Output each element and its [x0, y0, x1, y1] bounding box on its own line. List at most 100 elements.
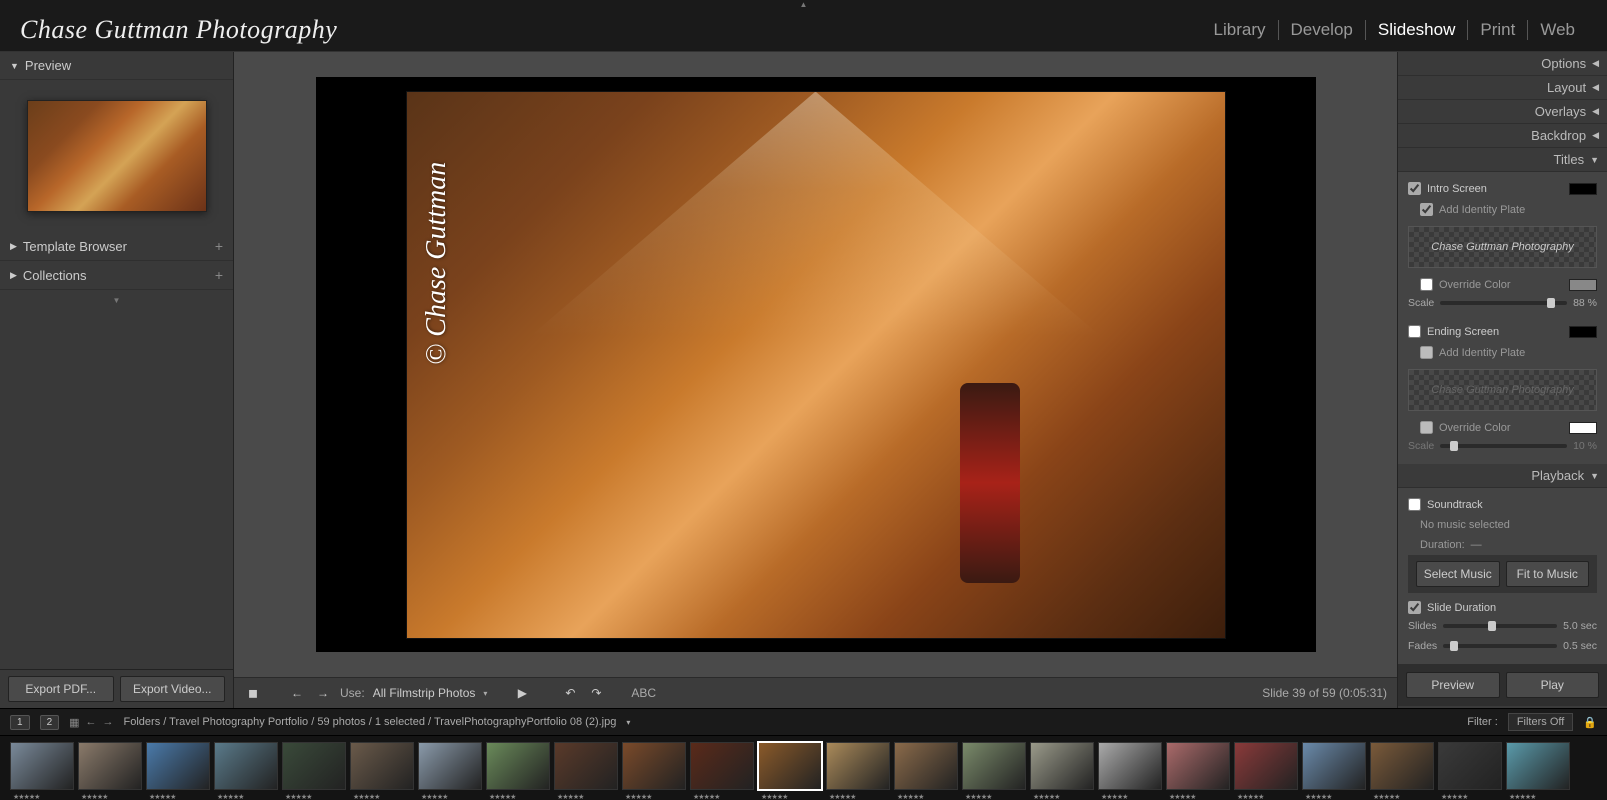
slide-canvas[interactable]: © Chase Guttman: [234, 52, 1397, 677]
options-section-header[interactable]: Options◀: [1398, 52, 1607, 76]
panel-collapse-indicator[interactable]: ▼: [0, 290, 233, 311]
filmstrip-thumb[interactable]: ★★★★★: [10, 742, 74, 790]
filmstrip-thumb[interactable]: ★★★★★: [1506, 742, 1570, 790]
slide-duration-checkbox[interactable]: [1408, 601, 1421, 614]
rotate-ccw-icon[interactable]: ↶: [561, 684, 579, 702]
intro-color-swatch[interactable]: [1569, 183, 1597, 195]
fit-to-music-button[interactable]: Fit to Music: [1506, 561, 1590, 587]
filmstrip-thumb[interactable]: ★★★★★: [554, 742, 618, 790]
rating-stars[interactable]: ★★★★★: [1033, 793, 1059, 800]
back-icon[interactable]: ←: [86, 716, 97, 729]
ending-color-swatch[interactable]: [1569, 326, 1597, 338]
preview-panel-header[interactable]: ▼ Preview: [0, 52, 233, 80]
dropdown-icon[interactable]: ▾: [483, 689, 487, 698]
filmstrip-thumb[interactable]: ★★★★★: [1030, 742, 1094, 790]
rating-stars[interactable]: ★★★★★: [965, 793, 991, 800]
filmstrip-thumb[interactable]: ★★★★★: [146, 742, 210, 790]
filmstrip-thumb[interactable]: ★★★★★: [758, 742, 822, 790]
filmstrip[interactable]: ★★★★★★★★★★★★★★★★★★★★★★★★★★★★★★★★★★★★★★★★…: [0, 736, 1607, 800]
intro-identity-checkbox[interactable]: [1420, 203, 1433, 216]
rating-stars[interactable]: ★★★★★: [421, 793, 447, 800]
prev-icon[interactable]: ←: [288, 684, 306, 702]
slides-slider[interactable]: [1443, 624, 1558, 628]
breadcrumb[interactable]: Folders / Travel Photography Portfolio /…: [124, 716, 617, 728]
rating-stars[interactable]: ★★★★★: [1441, 793, 1467, 800]
filmstrip-thumb[interactable]: ★★★★★: [1166, 742, 1230, 790]
filmstrip-thumb[interactable]: ★★★★★: [1234, 742, 1298, 790]
add-icon[interactable]: +: [215, 238, 223, 254]
module-tab-develop[interactable]: Develop: [1279, 20, 1366, 40]
next-icon[interactable]: →: [314, 684, 332, 702]
breadcrumb-dropdown-icon[interactable]: ▾: [626, 718, 630, 727]
use-dropdown[interactable]: All Filmstrip Photos: [373, 686, 476, 700]
stop-icon[interactable]: ◼: [244, 684, 262, 702]
export-video-button[interactable]: Export Video...: [120, 676, 226, 702]
rating-stars[interactable]: ★★★★★: [1305, 793, 1331, 800]
template-browser-header[interactable]: ▶ Template Browser +: [0, 232, 233, 261]
rating-stars[interactable]: ★★★★★: [557, 793, 583, 800]
fades-slider[interactable]: [1443, 644, 1557, 648]
rating-stars[interactable]: ★★★★★: [1373, 793, 1399, 800]
text-overlay-button[interactable]: ABC: [631, 686, 656, 700]
intro-override-checkbox[interactable]: [1420, 278, 1433, 291]
module-tab-library[interactable]: Library: [1202, 20, 1279, 40]
filmstrip-thumb[interactable]: ★★★★★: [418, 742, 482, 790]
filmstrip-thumb[interactable]: ★★★★★: [78, 742, 142, 790]
rating-stars[interactable]: ★★★★★: [81, 793, 107, 800]
forward-icon[interactable]: →: [103, 716, 114, 729]
rating-stars[interactable]: ★★★★★: [353, 793, 379, 800]
watermark-text[interactable]: © Chase Guttman: [421, 161, 453, 364]
window-1-button[interactable]: 1: [10, 715, 30, 730]
filmstrip-thumb[interactable]: ★★★★★: [486, 742, 550, 790]
play-button[interactable]: Play: [1506, 672, 1600, 698]
rating-stars[interactable]: ★★★★★: [285, 793, 311, 800]
soundtrack-checkbox[interactable]: [1408, 498, 1421, 511]
filter-lock-icon[interactable]: 🔒: [1583, 716, 1597, 729]
module-tab-print[interactable]: Print: [1468, 20, 1528, 40]
intro-scale-slider[interactable]: [1440, 301, 1567, 305]
intro-identity-plate-preview[interactable]: Chase Guttman Photography: [1408, 226, 1597, 268]
filmstrip-thumb[interactable]: ★★★★★: [1370, 742, 1434, 790]
rating-stars[interactable]: ★★★★★: [761, 793, 787, 800]
filmstrip-thumb[interactable]: ★★★★★: [1098, 742, 1162, 790]
intro-screen-checkbox[interactable]: [1408, 182, 1421, 195]
rating-stars[interactable]: ★★★★★: [693, 793, 719, 800]
collections-header[interactable]: ▶ Collections +: [0, 261, 233, 290]
add-icon[interactable]: +: [215, 267, 223, 283]
preview-thumbnail[interactable]: [27, 100, 207, 212]
rating-stars[interactable]: ★★★★★: [149, 793, 175, 800]
titles-section-header[interactable]: Titles▼: [1398, 148, 1607, 172]
rating-stars[interactable]: ★★★★★: [217, 793, 243, 800]
filmstrip-thumb[interactable]: ★★★★★: [1438, 742, 1502, 790]
rating-stars[interactable]: ★★★★★: [489, 793, 515, 800]
rating-stars[interactable]: ★★★★★: [625, 793, 651, 800]
rotate-cw-icon[interactable]: ↷: [587, 684, 605, 702]
top-edge-indicator[interactable]: ▲: [0, 0, 1607, 9]
rating-stars[interactable]: ★★★★★: [13, 793, 39, 800]
backdrop-section-header[interactable]: Backdrop◀: [1398, 124, 1607, 148]
play-icon[interactable]: ▶: [513, 684, 531, 702]
preview-button[interactable]: Preview: [1406, 672, 1500, 698]
filmstrip-thumb[interactable]: ★★★★★: [894, 742, 958, 790]
rating-stars[interactable]: ★★★★★: [1509, 793, 1535, 800]
ending-screen-checkbox[interactable]: [1408, 325, 1421, 338]
filmstrip-thumb[interactable]: ★★★★★: [690, 742, 754, 790]
filmstrip-thumb[interactable]: ★★★★★: [962, 742, 1026, 790]
filmstrip-thumb[interactable]: ★★★★★: [622, 742, 686, 790]
module-tab-slideshow[interactable]: Slideshow: [1366, 20, 1469, 40]
module-tab-web[interactable]: Web: [1528, 20, 1587, 40]
layout-section-header[interactable]: Layout◀: [1398, 76, 1607, 100]
playback-section-header[interactable]: Playback▼: [1398, 464, 1607, 488]
overlays-section-header[interactable]: Overlays◀: [1398, 100, 1607, 124]
window-2-button[interactable]: 2: [40, 715, 60, 730]
filmstrip-thumb[interactable]: ★★★★★: [826, 742, 890, 790]
intro-override-swatch[interactable]: [1569, 279, 1597, 291]
rating-stars[interactable]: ★★★★★: [1101, 793, 1127, 800]
filmstrip-thumb[interactable]: ★★★★★: [1302, 742, 1366, 790]
rating-stars[interactable]: ★★★★★: [897, 793, 923, 800]
grid-icon[interactable]: ▦: [69, 716, 79, 729]
select-music-button[interactable]: Select Music: [1416, 561, 1500, 587]
rating-stars[interactable]: ★★★★★: [1169, 793, 1195, 800]
rating-stars[interactable]: ★★★★★: [829, 793, 855, 800]
rating-stars[interactable]: ★★★★★: [1237, 793, 1263, 800]
